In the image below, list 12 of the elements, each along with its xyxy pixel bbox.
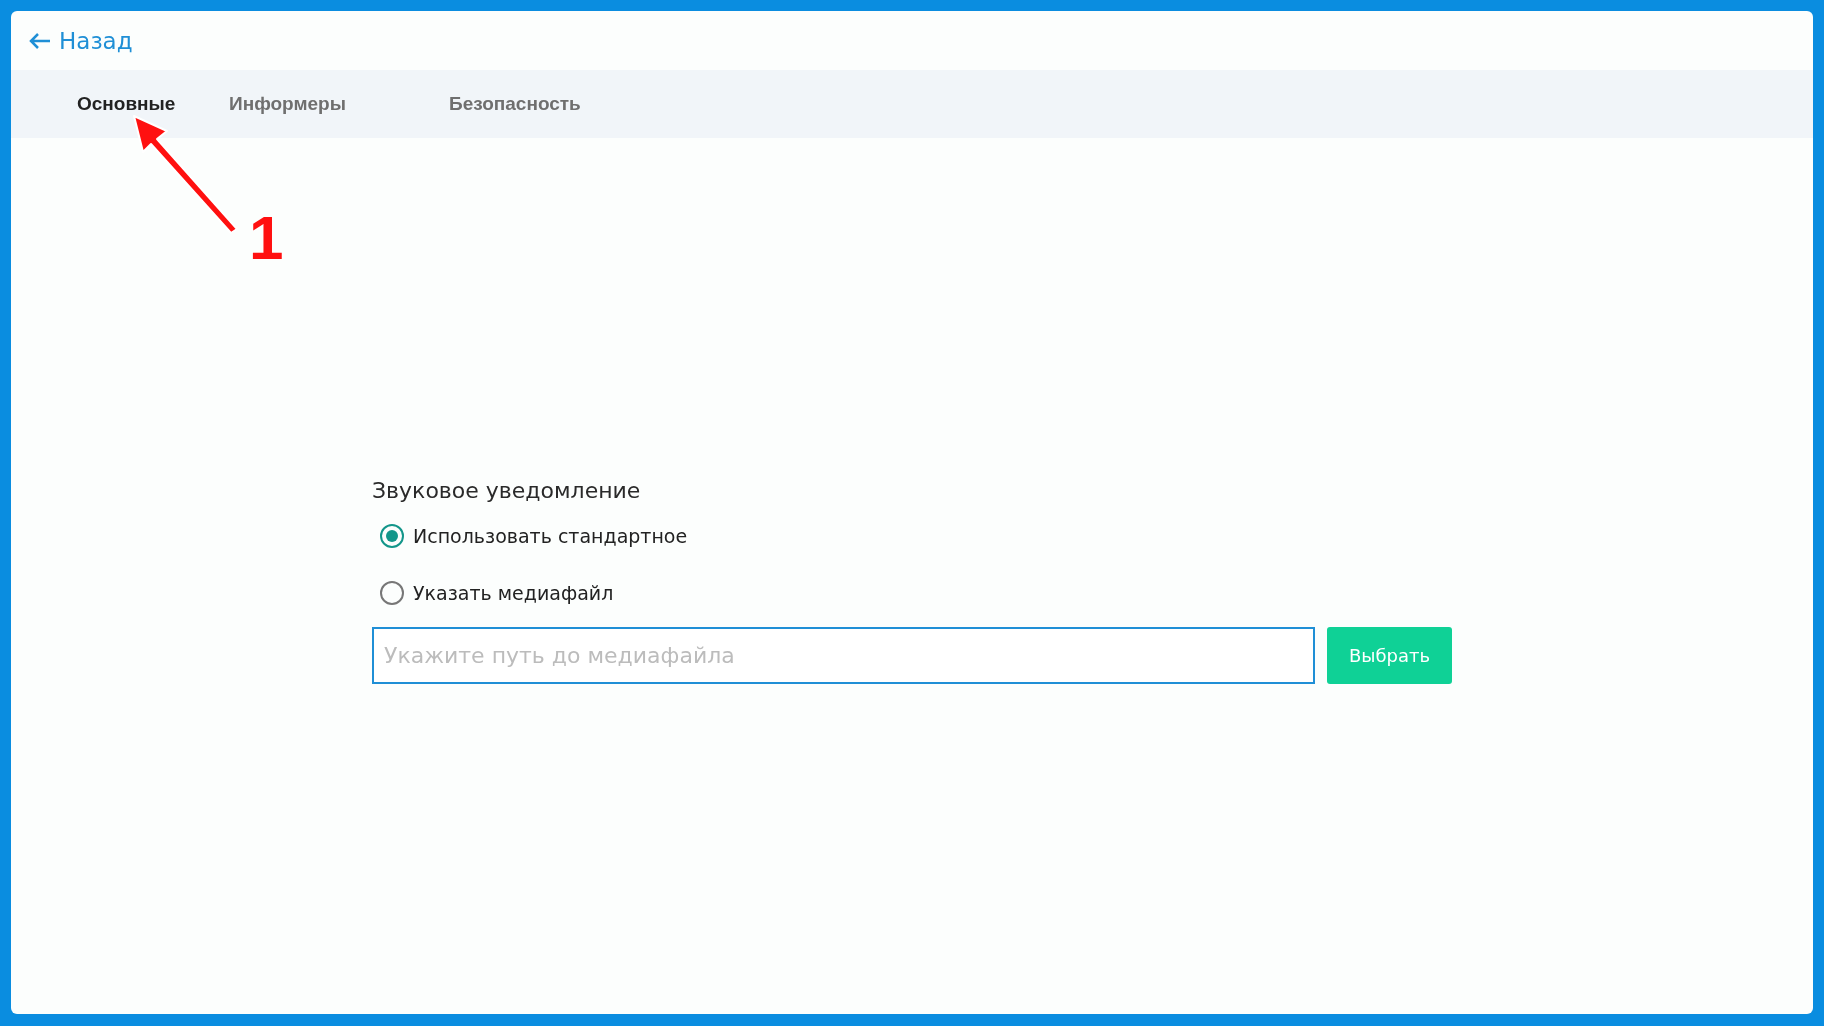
tab[interactable]: Безопасность bbox=[449, 93, 669, 115]
tab[interactable]: Основные bbox=[77, 93, 229, 115]
section-title: Звуковое уведомление bbox=[372, 478, 642, 503]
radio-button[interactable] bbox=[380, 524, 404, 548]
radio-label: Указать медиафайл bbox=[413, 582, 614, 604]
path-input-field[interactable]: Укажите путь до медиафайла bbox=[372, 627, 1315, 684]
back-link[interactable]: Назад bbox=[29, 27, 133, 54]
annotation-number: 1 bbox=[249, 207, 284, 269]
radio-label: Использовать стандартное bbox=[413, 525, 688, 547]
back-arrow-icon bbox=[29, 31, 51, 50]
tab[interactable]: Информеры bbox=[229, 93, 449, 115]
radio-button[interactable] bbox=[380, 581, 404, 605]
